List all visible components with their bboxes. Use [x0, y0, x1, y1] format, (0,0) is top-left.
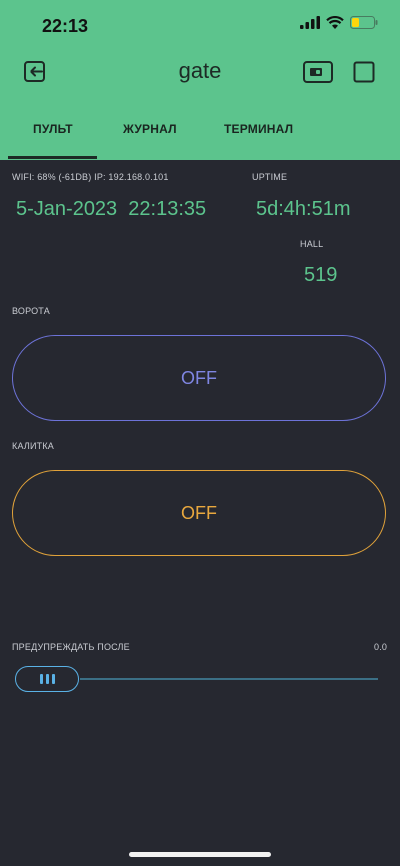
device-button[interactable] [303, 60, 333, 84]
gate-label: ВОРОТА [12, 306, 50, 316]
grip-icon [45, 674, 49, 684]
grip-icon [51, 674, 55, 684]
wifi-icon [326, 16, 344, 29]
cellular-signal-icon [300, 16, 320, 29]
tab-terminal[interactable]: ТЕРМИНАЛ [224, 122, 293, 136]
edit-mode-button[interactable] [352, 60, 376, 84]
active-tab-indicator [8, 156, 97, 159]
device-icon [303, 61, 333, 83]
warning-value: 0.0 [374, 642, 388, 652]
warning-slider-track[interactable] [80, 678, 378, 680]
hall-label: HALL [300, 239, 324, 249]
wifi-info-label: WIFI: 68% (-61DB) IP: 192.168.0.101 [12, 172, 169, 182]
app-header: 22:13 gate ПУЛЬТ ЖУРНАЛ ТЕРМИНАЛ [0, 0, 400, 160]
home-indicator [129, 852, 271, 857]
wicket-label: КАЛИТКА [12, 441, 54, 451]
uptime-label: UPTIME [252, 172, 288, 182]
uptime-value: 5d:4h:51m [256, 198, 351, 220]
grip-icon [39, 674, 43, 684]
battery-icon [350, 16, 378, 29]
square-icon [353, 61, 375, 83]
datetime-value: 5-Jan-2023 22:13:35 [16, 198, 207, 220]
gate-state: OFF [181, 367, 217, 388]
tab-journal[interactable]: ЖУРНАЛ [123, 122, 177, 136]
tab-bar: ПУЛЬТ ЖУРНАЛ ТЕРМИНАЛ [0, 118, 400, 160]
gate-button[interactable]: OFF [12, 335, 386, 421]
tab-remote[interactable]: ПУЛЬТ [33, 122, 73, 136]
hall-value: 519 [304, 264, 338, 286]
wicket-state: OFF [181, 502, 217, 523]
page-title: gate [178, 58, 222, 83]
status-time: 22:13 [42, 16, 89, 36]
status-icons [300, 16, 378, 29]
warning-slider-handle[interactable] [15, 666, 79, 692]
wicket-button[interactable]: OFF [12, 470, 386, 556]
warning-label: ПРЕДУПРЕЖДАТЬ ПОСЛЕ [12, 642, 130, 652]
